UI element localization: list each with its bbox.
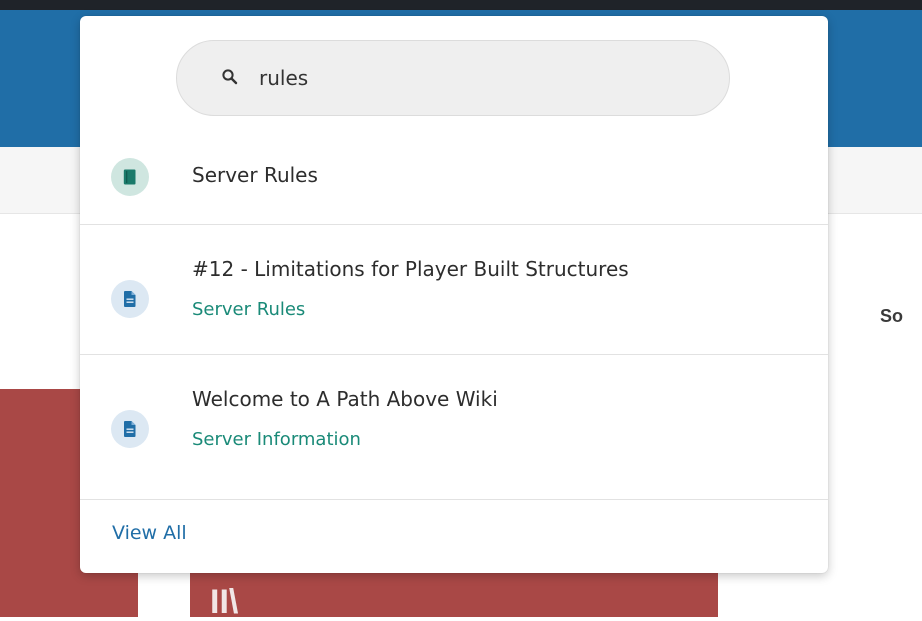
search-result-item[interactable]: #12 - Limitations for Player Built Struc… [80,225,828,355]
result-title[interactable]: Server Rules [192,163,318,187]
search-input[interactable] [259,59,699,97]
search-result-item[interactable]: Server Rules [80,130,828,225]
search-result-item[interactable]: Welcome to A Path Above Wiki Server Info… [80,355,828,500]
page-icon [111,410,149,448]
result-book-label[interactable]: Server Information [192,429,361,450]
search-box[interactable] [176,40,730,116]
search-results-popup: Server Rules #12 - Limitations for Playe… [80,16,828,573]
result-book-label[interactable]: Server Rules [192,299,305,320]
page-icon [111,280,149,318]
book-icon [111,158,149,196]
result-title[interactable]: Welcome to A Path Above Wiki [192,387,498,411]
page-heading-fragment: So [880,306,904,326]
card-logo-glyph: II\ [210,583,239,621]
top-strip [0,0,922,10]
result-title[interactable]: #12 - Limitations for Player Built Struc… [192,257,629,281]
search-icon [221,68,239,86]
view-all-link[interactable]: View All [112,522,187,544]
